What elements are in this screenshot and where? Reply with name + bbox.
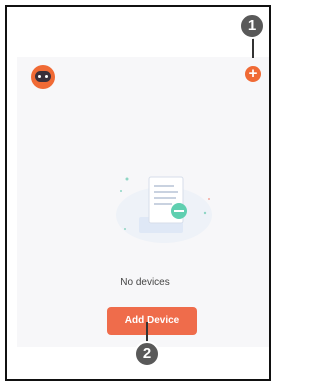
document-line-1 <box>154 185 174 187</box>
no-devices-message: No devices <box>120 277 170 288</box>
callout-1-leader <box>252 36 254 58</box>
document-line-3 <box>154 197 176 199</box>
decor-dot <box>125 177 129 181</box>
callout-2-badge: 2 <box>134 341 160 367</box>
add-device-button[interactable]: Add Device <box>107 307 197 335</box>
robot-eye-left <box>38 75 41 78</box>
callout-1-badge: 1 <box>239 13 265 39</box>
decor-dot <box>208 198 210 200</box>
robot-face <box>35 71 51 82</box>
screenshot-frame: + No devices Add Device <box>5 5 271 381</box>
add-device-icon-button[interactable]: + <box>245 66 261 82</box>
empty-document-icon <box>116 176 212 243</box>
decor-dot <box>203 211 207 215</box>
home-screen: + No devices Add Device <box>17 57 269 347</box>
robot-eye-right <box>45 75 48 78</box>
document-line-4 <box>154 203 172 205</box>
decor-dot <box>124 228 126 230</box>
robot-avatar-icon[interactable] <box>31 65 55 89</box>
document-line-2 <box>154 191 178 193</box>
callout-2-leader <box>146 322 148 342</box>
minus-sign <box>174 210 184 212</box>
decor-dot <box>120 190 122 192</box>
